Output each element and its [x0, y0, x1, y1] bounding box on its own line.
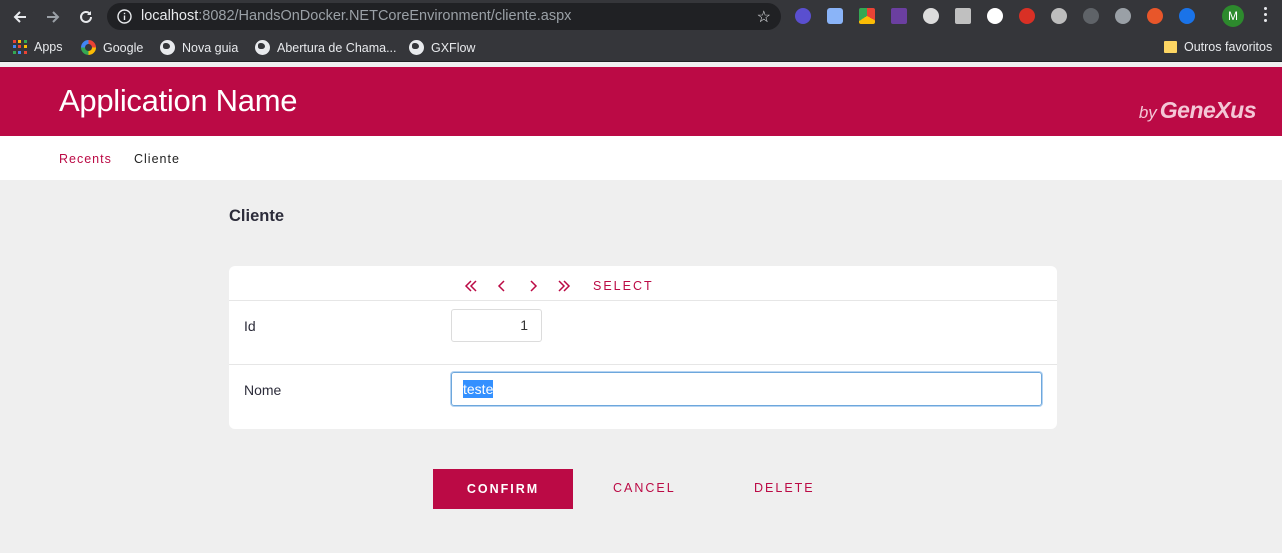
- form-card: SELECT Id 1 Nome teste: [229, 266, 1057, 429]
- nome-value: teste: [463, 380, 494, 398]
- breadcrumb-current: Cliente: [134, 152, 180, 166]
- back-icon[interactable]: [9, 6, 31, 28]
- extension-icon[interactable]: [1115, 8, 1131, 24]
- forward-icon[interactable]: [42, 6, 64, 28]
- record-navigator: SELECT: [455, 276, 654, 296]
- extension-icon[interactable]: [923, 8, 939, 24]
- bookmark-nova-guia[interactable]: Nova guia: [160, 40, 238, 55]
- url-text: localhost:8082/HandsOnDocker.NETCoreEnvi…: [141, 8, 572, 24]
- folder-icon: [1164, 41, 1177, 53]
- extension-icon[interactable]: [955, 8, 971, 24]
- bookmark-star-icon[interactable]: ☆: [757, 7, 771, 27]
- first-page-icon[interactable]: [455, 276, 486, 296]
- confirm-button[interactable]: CONFIRM: [433, 469, 573, 509]
- apps-grid-icon: [13, 40, 27, 54]
- extension-icon[interactable]: [1179, 8, 1195, 24]
- previous-icon[interactable]: [486, 276, 517, 296]
- app-header: Application Name by GeneXus: [0, 67, 1282, 136]
- reload-icon[interactable]: [75, 6, 97, 28]
- menu-icon[interactable]: [1262, 7, 1268, 22]
- extension-icon[interactable]: [987, 8, 1003, 24]
- globe-icon: [409, 40, 424, 55]
- extension-icon[interactable]: [859, 8, 875, 24]
- globe-icon: [160, 40, 175, 55]
- divider: [229, 364, 1057, 365]
- globe-icon: [255, 40, 270, 55]
- bookmark-google[interactable]: Google: [81, 40, 143, 55]
- id-field[interactable]: 1: [451, 309, 542, 342]
- extension-icon[interactable]: [795, 8, 811, 24]
- divider: [229, 300, 1057, 301]
- id-label: Id: [244, 318, 256, 334]
- app-title: Application Name: [59, 83, 298, 118]
- cancel-button[interactable]: CANCEL: [613, 481, 676, 495]
- bookmark-other[interactable]: Outros favoritos: [1164, 40, 1272, 54]
- profile-avatar[interactable]: M: [1222, 5, 1244, 27]
- nome-label: Nome: [244, 382, 282, 398]
- adblock-icon[interactable]: [1019, 8, 1035, 24]
- breadcrumb-recents[interactable]: Recents: [59, 152, 112, 166]
- extension-icon[interactable]: [1051, 8, 1067, 24]
- extension-icon[interactable]: [827, 8, 843, 24]
- extension-icon[interactable]: [891, 8, 907, 24]
- info-icon[interactable]: [117, 9, 132, 29]
- nome-field[interactable]: teste: [451, 372, 1042, 406]
- extension-icon[interactable]: [1147, 8, 1163, 24]
- bookmark-apps[interactable]: Apps: [13, 40, 63, 54]
- bookmark-gxflow[interactable]: GXFlow: [409, 40, 475, 55]
- shield-icon[interactable]: [1083, 8, 1099, 24]
- breadcrumb: Recents Cliente: [0, 136, 1282, 180]
- next-icon[interactable]: [517, 276, 548, 296]
- bookmark-abertura[interactable]: Abertura de Chama...: [255, 40, 397, 55]
- genexus-logo: by GeneXus: [1138, 97, 1257, 123]
- last-page-icon[interactable]: [548, 276, 579, 296]
- address-bar[interactable]: localhost:8082/HandsOnDocker.NETCoreEnvi…: [107, 3, 781, 30]
- page-title: Cliente: [229, 207, 285, 225]
- google-icon: [81, 40, 96, 55]
- browser-toolbar: localhost:8082/HandsOnDocker.NETCoreEnvi…: [0, 0, 1282, 34]
- delete-button[interactable]: DELETE: [754, 481, 815, 495]
- bookmarks-bar: Apps Google Nova guia Abertura de Chama.…: [0, 34, 1282, 62]
- select-link[interactable]: SELECT: [593, 279, 654, 293]
